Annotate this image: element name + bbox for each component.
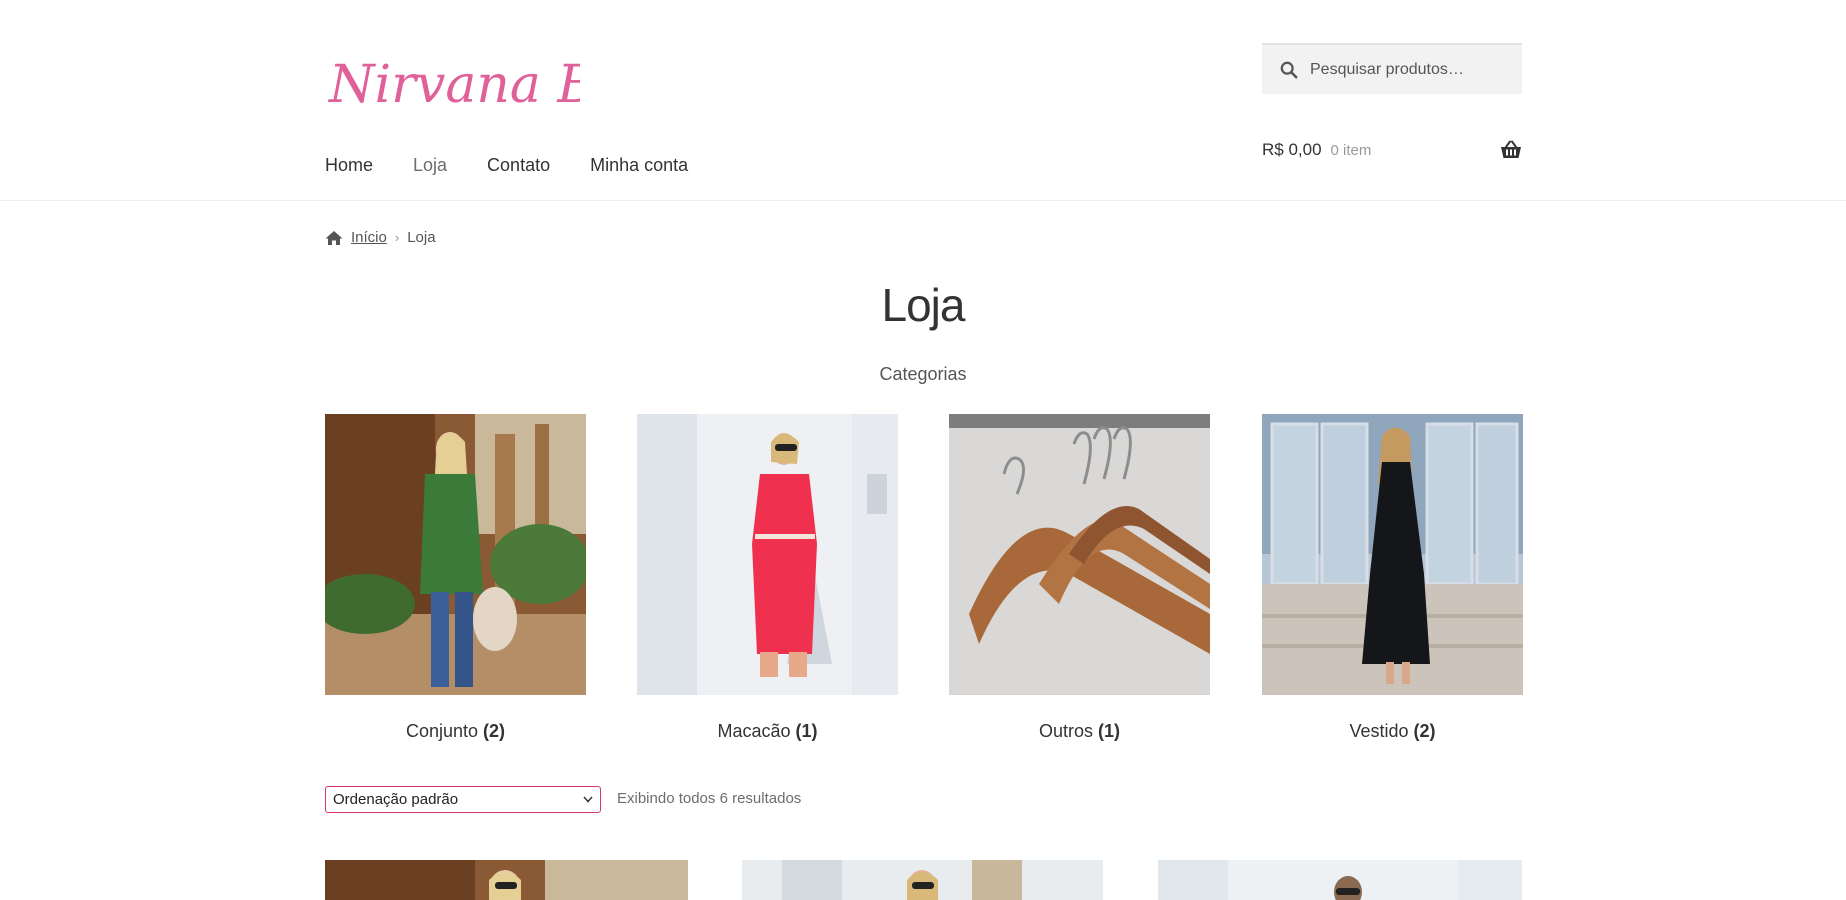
nav-item-minha-conta[interactable]: Minha conta [590, 155, 688, 176]
orderby-selected: Ordenação padrão [333, 791, 459, 808]
category-count: (2) [1413, 721, 1436, 741]
category-image-outros[interactable] [949, 414, 1210, 695]
cart-amount: R$ 0,00 [1262, 140, 1322, 159]
basket-icon [1501, 140, 1521, 158]
search-input[interactable] [1308, 59, 1512, 80]
logo-text: Nirvana BoH [327, 55, 580, 115]
category-name: Vestido [1349, 721, 1409, 741]
category-image-macacao[interactable] [637, 414, 898, 695]
category-card-conjunto[interactable]: Conjunto (2) [325, 414, 586, 742]
categories-heading: Categorias [879, 364, 967, 384]
search-icon [1280, 61, 1298, 78]
category-label-macacao[interactable]: Macacão (1) [637, 721, 898, 742]
product-search[interactable] [1262, 43, 1522, 94]
primary-navigation: Home Loja Contato Minha conta [325, 155, 728, 176]
nav-item-contato[interactable]: Contato [487, 155, 550, 176]
product-image[interactable] [1158, 860, 1522, 900]
home-icon [325, 230, 343, 245]
category-count: (1) [1098, 721, 1121, 741]
category-count: (1) [795, 721, 818, 741]
page: Nirvana BoH Home Loja Contato Minha cont… [0, 0, 1846, 900]
page-title: Loja [881, 279, 966, 331]
result-count: Exibindo todos 6 resultados [617, 790, 802, 807]
cart-count: 0 item [1330, 141, 1372, 159]
category-card-macacao[interactable]: Macacão (1) [637, 414, 898, 742]
category-name: Outros [1038, 721, 1093, 741]
orderby-select[interactable]: Ordenação padrão [325, 786, 601, 813]
category-name: Conjunto [405, 721, 479, 741]
category-name: Macacão [717, 721, 791, 741]
category-card-outros[interactable]: Outros (1) [949, 414, 1210, 742]
breadcrumb: Início › Loja [325, 229, 436, 246]
category-image-conjunto[interactable] [325, 414, 586, 695]
breadcrumb-home-link[interactable]: Início [351, 229, 387, 246]
header-divider [0, 200, 1846, 201]
product-image[interactable] [325, 860, 688, 900]
nav-item-home[interactable]: Home [325, 155, 373, 176]
product-image[interactable] [742, 860, 1103, 900]
category-label-vestido[interactable]: Vestido (2) [1262, 721, 1523, 742]
chevron-down-icon [583, 796, 593, 803]
site-logo[interactable]: Nirvana BoH [325, 40, 580, 120]
category-label-conjunto[interactable]: Conjunto (2) [325, 721, 586, 742]
breadcrumb-separator: › [394, 230, 400, 245]
category-count: (2) [483, 721, 506, 741]
category-card-vestido[interactable]: Vestido (2) [1262, 414, 1523, 742]
category-label-outros[interactable]: Outros (1) [949, 721, 1210, 742]
nav-item-loja[interactable]: Loja [413, 155, 447, 176]
mini-cart[interactable]: R$ 0,00 0 item [1262, 138, 1522, 162]
breadcrumb-current: Loja [407, 229, 436, 246]
category-image-vestido[interactable] [1262, 414, 1523, 695]
